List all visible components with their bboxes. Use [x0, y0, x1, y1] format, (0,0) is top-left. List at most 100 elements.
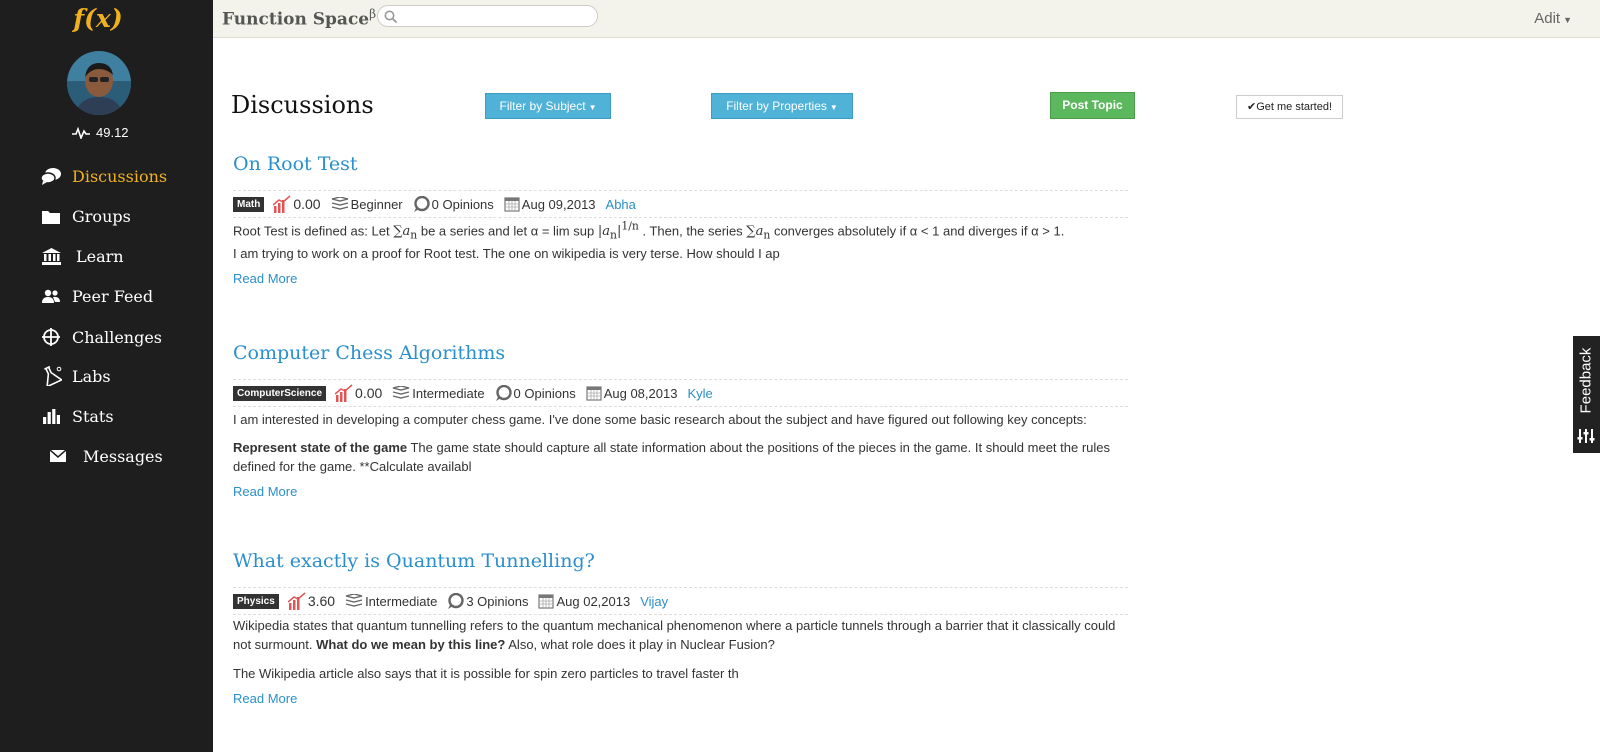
read-more-link[interactable]: Read More — [233, 691, 297, 706]
sidebar-item-learn[interactable]: Learn — [40, 245, 124, 267]
post-title[interactable]: Computer Chess Algorithms — [233, 342, 1128, 364]
score-value: 49.12 — [96, 125, 129, 140]
sidebar-item-peer-feed[interactable]: Peer Feed — [40, 285, 153, 307]
calendar-icon — [586, 386, 602, 401]
sidebar-item-label: Learn — [76, 246, 124, 266]
post-meta: ComputerScience 0.00 Intermediate 0 Opin… — [233, 379, 1128, 407]
post-excerpt: Root Test is defined as: Let ∑an be a se… — [233, 217, 1128, 245]
excerpt-text: Also, what role does it play in Nuclear … — [505, 637, 775, 652]
read-more-link[interactable]: Read More — [233, 271, 297, 286]
chevron-down-icon: ▼ — [829, 103, 838, 112]
get-started-button[interactable]: ✔Get me started! — [1236, 95, 1343, 119]
comment-icon — [448, 593, 465, 609]
post-meta: Math 0.00 Beginner 0 Opinions Aug 09,201… — [233, 190, 1128, 218]
level-value: Intermediate — [365, 593, 438, 609]
author-link[interactable]: Vijay — [640, 594, 668, 609]
sidebar-item-discussions[interactable]: Discussions — [40, 165, 167, 187]
user-menu[interactable]: Adit ▼ — [1534, 10, 1572, 27]
post-level: Beginner — [331, 197, 403, 212]
sidebar: f(x) 49.12 Discussions Groups Learn Peer… — [0, 0, 213, 752]
check-icon: ✔ — [1246, 101, 1257, 113]
subject-tag[interactable]: Math — [233, 196, 265, 212]
chevron-down-icon: ▼ — [588, 103, 597, 112]
subject-tag[interactable]: ComputerScience — [233, 385, 327, 401]
comment-icon — [495, 385, 512, 401]
date-value: Aug 08,2013 — [603, 385, 678, 401]
page-title: Discussions — [231, 91, 374, 119]
sidebar-item-label: Messages — [83, 446, 163, 466]
sidebar-item-label: Groups — [72, 206, 131, 226]
comment-icon — [413, 196, 430, 212]
feedback-tab[interactable]: Feedback — [1573, 336, 1600, 453]
math-sum: ∑an — [746, 224, 771, 242]
brand-beta: β — [369, 7, 377, 21]
sidebar-item-labs[interactable]: Labs — [40, 365, 111, 387]
date-value: Aug 02,2013 — [556, 593, 631, 609]
post-excerpt-2: The Wikipedia article also says that it … — [233, 666, 739, 681]
filter-by-subject-button[interactable]: Filter by Subject ▼ — [485, 93, 611, 119]
excerpt-text: be a series and let α = lim sup — [417, 223, 598, 239]
excerpt-text: converges absolutely if α < 1 and diverg… — [770, 223, 1065, 239]
post-level: Intermediate — [345, 594, 437, 609]
folder-icon — [40, 205, 62, 227]
post-meta: Physics 3.60 Intermediate 3 Opinions Aug… — [233, 587, 1128, 615]
post-excerpt: Wikipedia states that quantum tunnelling… — [233, 616, 1128, 654]
author-link[interactable]: Kyle — [687, 386, 712, 401]
post-opinions[interactable]: 3 Opinions — [447, 593, 528, 609]
brand[interactable]: Function Spaceβ — [222, 7, 376, 30]
sliders-icon — [1577, 429, 1595, 443]
post-title[interactable]: On Root Test — [233, 153, 1128, 175]
sidebar-item-label: Labs — [72, 366, 111, 386]
sidebar-item-groups[interactable]: Groups — [40, 205, 131, 227]
filter-by-properties-button[interactable]: Filter by Properties ▼ — [711, 93, 853, 119]
search-icon — [384, 10, 397, 23]
layers-icon — [345, 594, 363, 607]
pulse-icon — [72, 126, 90, 139]
top-bar: Function Spaceβ Adit ▼ — [213, 0, 1600, 38]
opinions-count: 3 Opinions — [466, 593, 529, 609]
avatar[interactable] — [67, 51, 131, 115]
bar-chart-icon — [40, 405, 62, 427]
sidebar-item-stats[interactable]: Stats — [40, 405, 114, 427]
discussion-post: What exactly is Quantum Tunnelling? Phys… — [233, 550, 1128, 710]
read-more-link[interactable]: Read More — [233, 484, 297, 499]
user-name: Adit — [1534, 10, 1561, 27]
sidebar-item-label: Peer Feed — [72, 286, 154, 306]
post-level: Intermediate — [392, 385, 485, 401]
sidebar-item-label: Stats — [72, 406, 114, 426]
math-abs: |an|1/n — [597, 220, 639, 242]
rating-value: 3.60 — [307, 593, 336, 609]
opinions-count: 0 Opinions — [431, 196, 494, 212]
excerpt-bold: What do we mean by this line? — [316, 637, 506, 652]
excerpt-text: . Then, the series — [638, 223, 747, 239]
post-title[interactable]: What exactly is Quantum Tunnelling? — [233, 550, 1128, 572]
rating-chart-icon — [273, 195, 291, 213]
institution-icon — [40, 245, 62, 267]
post-rating: 0.00 — [273, 195, 321, 213]
level-value: Beginner — [350, 196, 403, 212]
opinions-count: 0 Opinions — [513, 385, 576, 401]
sidebar-item-messages[interactable]: Messages — [47, 445, 163, 467]
layers-icon — [393, 386, 410, 399]
app-logo[interactable]: f(x) — [0, 4, 196, 33]
post-topic-button[interactable]: Post Topic — [1050, 92, 1135, 119]
rating-chart-icon — [335, 384, 353, 402]
level-value: Intermediate — [412, 385, 485, 401]
sidebar-item-label: Challenges — [72, 327, 163, 347]
post-opinions[interactable]: 0 Opinions — [495, 385, 576, 401]
brand-name: Function Space — [222, 9, 370, 30]
post-date: Aug 08,2013 — [586, 385, 678, 401]
post-opinions[interactable]: 0 Opinions — [413, 196, 494, 212]
crosshair-icon — [40, 326, 62, 348]
search-box[interactable] — [377, 5, 598, 27]
discussion-post: On Root Test Math 0.00 Beginner 0 Opinio… — [233, 153, 1128, 293]
math-sum: ∑an — [393, 224, 418, 242]
subject-tag[interactable]: Physics — [233, 593, 279, 609]
get-started-label: Get me started! — [1256, 101, 1333, 113]
post-excerpt: I am interested in developing a computer… — [233, 412, 1087, 427]
post-rating: 0.00 — [335, 384, 382, 402]
sidebar-item-challenges[interactable]: Challenges — [40, 326, 162, 348]
author-link[interactable]: Abha — [606, 197, 636, 212]
filter-properties-label: Filter by Properties — [726, 99, 827, 113]
search-input[interactable] — [402, 8, 592, 24]
